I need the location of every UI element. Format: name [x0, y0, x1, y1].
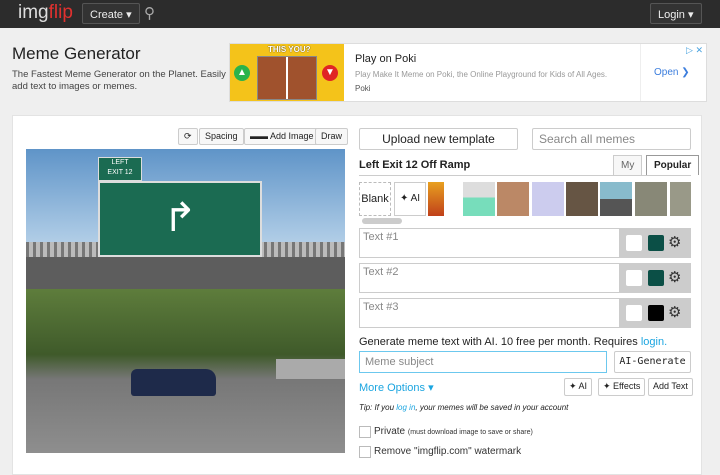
ad-open-button[interactable]: Open ❯: [654, 67, 690, 78]
effects-button[interactable]: ✦ Effects: [598, 378, 646, 396]
drifting-car: [131, 369, 216, 396]
more-options-link[interactable]: More Options ▾: [359, 381, 434, 394]
text-input-3[interactable]: Text #3: [360, 299, 619, 327]
template-thumb[interactable]: [428, 182, 444, 216]
arrow-up-icon: ▲: [234, 65, 250, 81]
arrow-down-icon: ▼: [322, 65, 338, 81]
template-thumb[interactable]: [600, 182, 632, 216]
login-tip: Tip: If you log in, your memes will be s…: [359, 403, 568, 412]
draw-button[interactable]: Draw: [315, 128, 349, 145]
text-input-2[interactable]: Text #2: [360, 264, 619, 292]
highway-sign: ↱: [98, 181, 262, 257]
login-link[interactable]: login.: [641, 336, 667, 348]
private-note: (must download image to save or share): [407, 429, 533, 436]
text-color-swatch[interactable]: [626, 305, 642, 321]
ad-image-title: THIS YOU?: [268, 45, 311, 54]
tip-login-link[interactable]: log in: [396, 403, 415, 412]
remove-watermark-checkbox[interactable]: [359, 446, 371, 458]
page-subtitle: The Fastest Meme Generator on the Planet…: [12, 69, 226, 92]
advertisement[interactable]: THIS YOU? ▲ ▼ Play on Poki Play Make It …: [229, 43, 707, 102]
ai-button[interactable]: ✦ AI: [564, 378, 593, 396]
text-box-row: Text #2 ⚙: [359, 263, 691, 293]
create-menu-button[interactable]: Create ▾: [82, 3, 140, 24]
template-thumb[interactable]: [635, 182, 667, 216]
gear-icon[interactable]: ⚙: [668, 268, 681, 286]
tab-popular[interactable]: Popular: [646, 155, 700, 175]
ad-close-icon[interactable]: ▷ ✕: [686, 45, 703, 56]
logo-text-accent: flip: [48, 2, 73, 23]
ai-template[interactable]: ✦ AI: [394, 182, 426, 216]
ai-generate-button[interactable]: AI-Generate: [614, 351, 691, 373]
template-thumb[interactable]: [497, 182, 529, 216]
page-title: Meme Generator: [12, 44, 141, 63]
login-button[interactable]: Login ▾: [650, 3, 702, 24]
tip-text: Tip: If you: [359, 403, 397, 412]
meme-subject-input[interactable]: Meme subject: [359, 351, 607, 373]
template-thumb[interactable]: [670, 182, 691, 216]
text-color-swatch[interactable]: [626, 270, 642, 286]
meme-canvas[interactable]: LEFT EXIT 12 ↱: [26, 149, 345, 453]
ai-generate-prompt: Generate meme text with AI. 10 free per …: [359, 336, 667, 348]
rotate-button[interactable]: ⟳: [178, 128, 198, 145]
divider: [359, 175, 691, 176]
ad-title[interactable]: Play on Poki: [355, 53, 416, 65]
add-image-button[interactable]: ▬▬ Add Image: [244, 128, 320, 145]
logo-text: img: [18, 2, 49, 23]
outline-color-swatch[interactable]: [648, 305, 664, 321]
search-memes-input[interactable]: Search all memes: [532, 128, 691, 150]
remove-watermark-label: Remove "imgflip.com" watermark: [374, 446, 522, 457]
text-box-row: Text #1 ⚙: [359, 228, 691, 258]
ad-brand: Poki: [355, 84, 371, 93]
bridge-deck: [26, 257, 345, 289]
divider: [640, 44, 641, 101]
template-thumb[interactable]: [532, 182, 564, 216]
search-icon[interactable]: ⚲: [144, 4, 155, 22]
blank-template[interactable]: Blank: [359, 182, 391, 216]
glasses-icon: ▬▬: [250, 131, 271, 141]
private-checkbox[interactable]: [359, 426, 371, 438]
template-name: Left Exit 12 Off Ramp: [359, 159, 471, 171]
private-label: Private (must download image to save or …: [374, 426, 533, 437]
outline-color-swatch[interactable]: [648, 235, 664, 251]
gear-icon[interactable]: ⚙: [668, 233, 681, 251]
ai-prompt-text: Generate meme text with AI. 10 free per …: [359, 336, 641, 348]
ad-description: Play Make It Meme on Poki, the Online Pl…: [355, 70, 608, 79]
add-text-button[interactable]: Add Text: [648, 378, 693, 396]
outline-color-swatch[interactable]: [648, 270, 664, 286]
ad-picture: [257, 56, 317, 100]
ad-image: THIS YOU? ▲ ▼: [230, 44, 344, 101]
templates-scrollbar[interactable]: [362, 218, 402, 224]
spacing-button[interactable]: Spacing: [199, 128, 244, 145]
add-image-label: Add Image: [270, 131, 314, 141]
text-box-row: Text #3 ⚙: [359, 298, 691, 328]
template-thumb[interactable]: [463, 182, 495, 216]
gear-icon[interactable]: ⚙: [668, 303, 681, 321]
top-nav: imgflip Create ▾ ⚲ Login ▾: [0, 0, 720, 28]
template-thumb[interactable]: [566, 182, 598, 216]
tab-my[interactable]: My: [613, 155, 643, 175]
exit-tab-sign: LEFT EXIT 12: [98, 157, 142, 181]
private-text: Private: [374, 426, 406, 437]
text-color-swatch[interactable]: [626, 235, 642, 251]
imgflip-logo[interactable]: imgflip: [18, 2, 73, 24]
text-input-1[interactable]: Text #1: [360, 229, 619, 257]
tip-text: , your memes will be saved in your accou…: [415, 403, 569, 412]
guard-rail: [276, 359, 345, 379]
upload-template-button[interactable]: Upload new template: [359, 128, 518, 150]
